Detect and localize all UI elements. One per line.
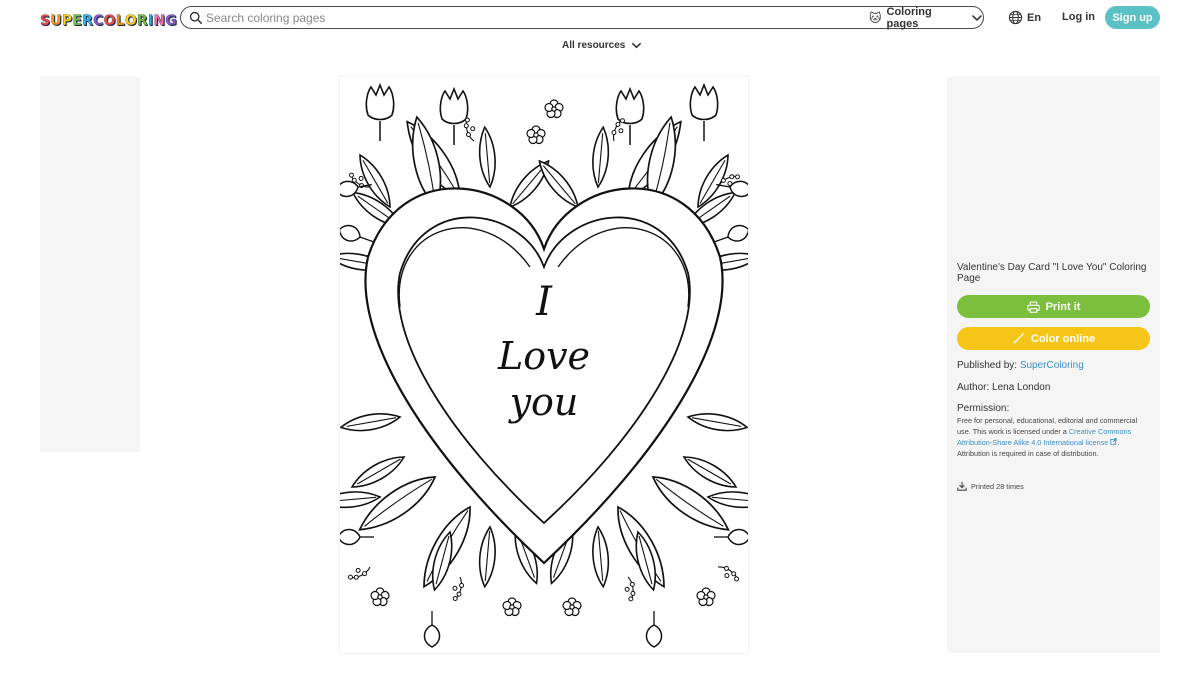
author: Author: Lena London [957, 382, 1051, 393]
chevron-down-icon [972, 15, 982, 21]
published-by: Published by: SuperColoring [957, 360, 1084, 371]
logo-letter: E [72, 13, 83, 29]
coloring-page-image[interactable]: I Love you [340, 77, 748, 653]
logo-letter: L [115, 13, 125, 29]
logo-letter: G [165, 13, 177, 29]
login-link[interactable]: Log in [1062, 11, 1095, 23]
publisher-link[interactable]: SuperColoring [1020, 360, 1084, 371]
logo-letter: N [153, 13, 166, 29]
search-input[interactable]: Search coloring pages [206, 11, 325, 25]
logo-letter: R [136, 13, 148, 29]
artwork-text-you: you [508, 380, 579, 424]
printer-icon [1026, 301, 1040, 313]
logo-letter: O [103, 13, 116, 29]
color-online-label: Color online [1030, 332, 1096, 345]
ad-placeholder-left [40, 77, 140, 452]
globe-icon [1008, 10, 1023, 25]
logo-letter: P [61, 13, 73, 29]
download-icon [957, 481, 967, 491]
all-resources-dropdown[interactable]: All resources [562, 40, 642, 51]
print-button[interactable]: Print it [957, 295, 1150, 318]
printed-count: Printed 28 times [957, 481, 1024, 491]
brush-icon [1013, 332, 1024, 344]
page-title: Valentine's Day Card "I Love You" Colori… [957, 262, 1147, 284]
logo-letter: R [82, 13, 94, 29]
cat-face-icon: 🐱 [869, 11, 882, 25]
site-header: SUPERCOLORING Search coloring pages 🐱 Co… [0, 0, 1200, 34]
search-bar[interactable]: Search coloring pages 🐱 Coloring pages [180, 6, 984, 30]
permission-label: Permission: [957, 403, 1010, 414]
color-online-button[interactable]: Color online [957, 327, 1150, 350]
supercoloring-logo[interactable]: SUPERCOLORING [40, 8, 177, 28]
language-selector[interactable]: En [1008, 10, 1041, 25]
artwork-text-i: I [535, 279, 553, 325]
printed-label: Printed 28 times [971, 481, 1024, 491]
logo-letter: U [50, 13, 62, 29]
print-label: Print it [1045, 300, 1081, 313]
logo-letter: C [93, 13, 104, 29]
published-label: Published by: [957, 360, 1018, 371]
chevron-down-icon [632, 42, 642, 49]
logo-letter: S [40, 13, 51, 29]
signup-button[interactable]: Sign up [1105, 6, 1160, 29]
valentine-heart-artwork: I Love you [340, 84, 748, 648]
category-dropdown[interactable]: 🐱 Coloring pages [869, 6, 983, 30]
search-icon [189, 11, 203, 25]
artwork-text-love: Love [497, 334, 590, 378]
language-label: En [1027, 11, 1042, 24]
all-resources-label: All resources [562, 40, 626, 51]
category-label: Coloring pages [886, 6, 932, 30]
permission-text: Free for personal, educational, editoria… [957, 415, 1147, 459]
logo-letter: O [124, 13, 137, 29]
